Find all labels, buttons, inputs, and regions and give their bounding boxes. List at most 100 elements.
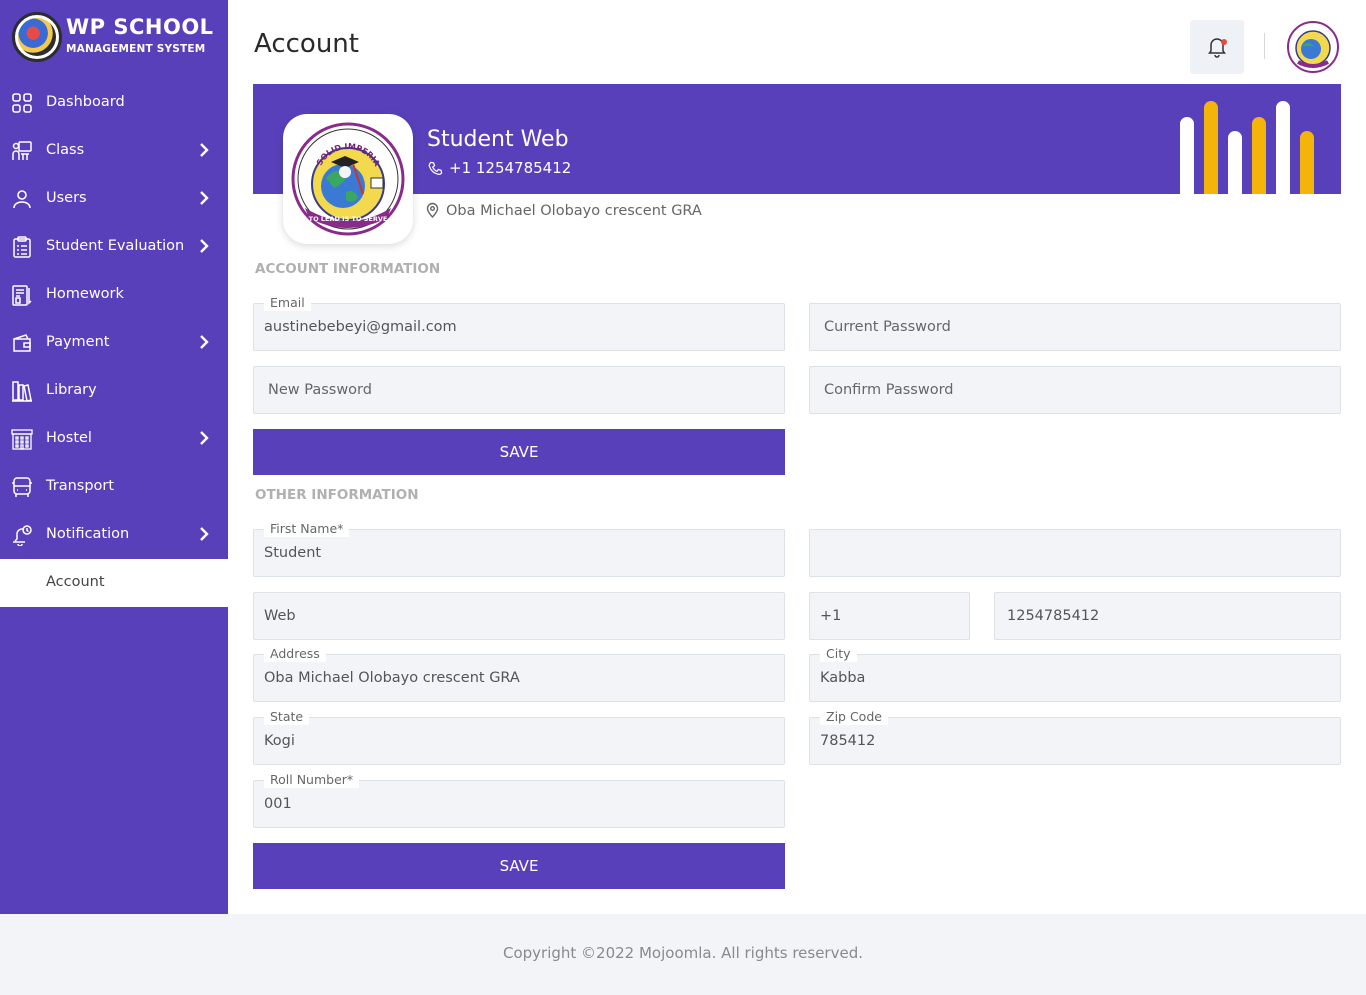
bus-icon	[12, 477, 32, 497]
city-input[interactable]	[810, 655, 1340, 701]
brand-title: WP SCHOOL	[66, 15, 214, 39]
chevron-right-icon	[200, 527, 209, 541]
sidebar-item-payment[interactable]: Payment	[0, 319, 228, 367]
library-icon	[12, 381, 32, 402]
roll-number-field[interactable]: Roll Number*	[253, 772, 785, 828]
user-icon	[13, 190, 31, 209]
sidebar-item-label: Account	[46, 574, 105, 590]
decorative-bars	[1180, 101, 1316, 194]
profile-photo-card: SOLID IMPERIAL COLLEGE INTL TO LEAD IS T…	[283, 114, 413, 244]
country-code-input[interactable]	[810, 593, 969, 639]
confirm-password-input[interactable]	[810, 367, 1340, 413]
other-info-title: OTHER INFORMATION	[255, 487, 419, 503]
phone-input[interactable]	[995, 593, 1340, 639]
new-password-input[interactable]	[254, 367, 784, 413]
chevron-right-icon	[200, 191, 209, 205]
decorative-bar	[1276, 101, 1290, 194]
page-title: Account	[254, 29, 359, 59]
header-divider	[1264, 33, 1265, 59]
sidebar-item-transport[interactable]: Transport	[0, 463, 228, 511]
email-input[interactable]	[254, 304, 784, 350]
profile-address: Oba Michael Olobayo crescent GRA	[425, 202, 702, 219]
phone-field[interactable]	[994, 592, 1341, 640]
state-input[interactable]	[254, 718, 784, 764]
sidebar-item-class[interactable]: Class	[0, 127, 228, 175]
chevron-right-icon	[200, 239, 209, 253]
hostel-icon	[11, 429, 33, 450]
school-seal-icon	[1287, 21, 1339, 73]
middle-name-input[interactable]	[810, 530, 1340, 576]
account-info-title: ACCOUNT INFORMATION	[255, 261, 441, 277]
school-logo-icon	[12, 12, 62, 62]
address-input[interactable]	[254, 655, 784, 701]
sidebar-item-label: Hostel	[46, 430, 92, 446]
address-field[interactable]: Address	[253, 646, 785, 702]
sidebar-item-homework[interactable]: Homework	[0, 271, 228, 319]
profile-phone-text: +1 1254785412	[449, 159, 572, 177]
decorative-bar	[1300, 131, 1314, 194]
new-password-field[interactable]	[253, 366, 785, 414]
profile-name: Student Web	[427, 127, 569, 152]
seal-text-bottom: TO LEAD IS TO SERVE	[309, 215, 388, 223]
current-password-input[interactable]	[810, 304, 1340, 350]
sidebar: WP SCHOOL MANAGEMENT SYSTEM Dashboard Cl…	[0, 0, 228, 914]
first-name-field[interactable]: First Name*	[253, 521, 785, 577]
email-field[interactable]: Email	[253, 295, 785, 351]
confirm-password-field[interactable]	[809, 366, 1341, 414]
chevron-right-icon	[200, 143, 209, 157]
save-other-info-button[interactable]: SAVE	[253, 843, 785, 889]
profile-address-text: Oba Michael Olobayo crescent GRA	[446, 203, 702, 219]
decorative-bar	[1204, 101, 1218, 194]
profile-banner	[253, 84, 1341, 194]
first-name-input[interactable]	[254, 530, 784, 576]
country-code-field[interactable]	[809, 592, 970, 640]
sidebar-item-label: Notification	[46, 526, 130, 542]
sidebar-item-hostel[interactable]: Hostel	[0, 415, 228, 463]
footer: Copyright ©2022 Mojoomla. All rights res…	[0, 914, 1366, 995]
roll-number-input[interactable]	[254, 781, 784, 827]
grid-icon	[12, 93, 32, 113]
sidebar-item-label: Library	[46, 382, 97, 398]
sidebar-item-label: Homework	[46, 286, 124, 302]
avatar[interactable]	[1286, 20, 1340, 74]
profile-phone: +1 1254785412	[428, 159, 571, 177]
chevron-right-icon	[200, 431, 209, 445]
decorative-bar	[1180, 117, 1194, 194]
current-password-field[interactable]	[809, 303, 1341, 351]
sidebar-item-dashboard[interactable]: Dashboard	[0, 79, 228, 127]
middle-name-field[interactable]	[809, 529, 1341, 577]
notification-dot	[1221, 39, 1227, 45]
chevron-right-icon	[200, 335, 209, 349]
zip-code-input[interactable]	[810, 718, 1340, 764]
last-name-input[interactable]	[254, 593, 784, 639]
phone-icon	[428, 161, 443, 175]
sidebar-item-label: Dashboard	[46, 94, 125, 110]
location-pin-icon	[426, 202, 439, 218]
notification-icon	[13, 525, 32, 546]
wallet-icon	[13, 334, 31, 352]
sidebar-item-users[interactable]: Users	[0, 175, 228, 223]
state-field[interactable]: State	[253, 709, 785, 765]
copyright-text: Copyright ©2022 Mojoomla. All rights res…	[502, 944, 863, 962]
sidebar-item-label: Users	[46, 190, 87, 206]
clipboard-icon	[13, 236, 31, 258]
notification-button[interactable]	[1190, 20, 1244, 74]
sidebar-item-library[interactable]: Library	[0, 367, 228, 415]
city-field[interactable]: City	[809, 646, 1341, 702]
sidebar-item-label: Payment	[46, 334, 110, 350]
sidebar-item-label: Class	[46, 142, 85, 158]
sidebar-item-label: Student Evaluation	[46, 238, 185, 254]
sidebar-nav: Dashboard Class Users Student Evaluation	[0, 79, 228, 607]
last-name-field[interactable]	[253, 592, 785, 640]
save-account-button[interactable]: SAVE	[253, 429, 785, 475]
decorative-bar	[1252, 117, 1266, 194]
sidebar-item-student-evaluation[interactable]: Student Evaluation	[0, 223, 228, 271]
school-seal-image: SOLID IMPERIAL COLLEGE INTL TO LEAD IS T…	[291, 122, 405, 236]
sidebar-item-notification[interactable]: Notification	[0, 511, 228, 559]
decorative-bar	[1228, 131, 1242, 194]
zip-code-field[interactable]: Zip Code	[809, 709, 1341, 765]
homework-icon	[12, 285, 32, 306]
sidebar-item-label: Transport	[46, 478, 115, 494]
brand-logo[interactable]: WP SCHOOL MANAGEMENT SYSTEM	[12, 12, 222, 64]
sidebar-item-account[interactable]: Account	[0, 559, 228, 607]
